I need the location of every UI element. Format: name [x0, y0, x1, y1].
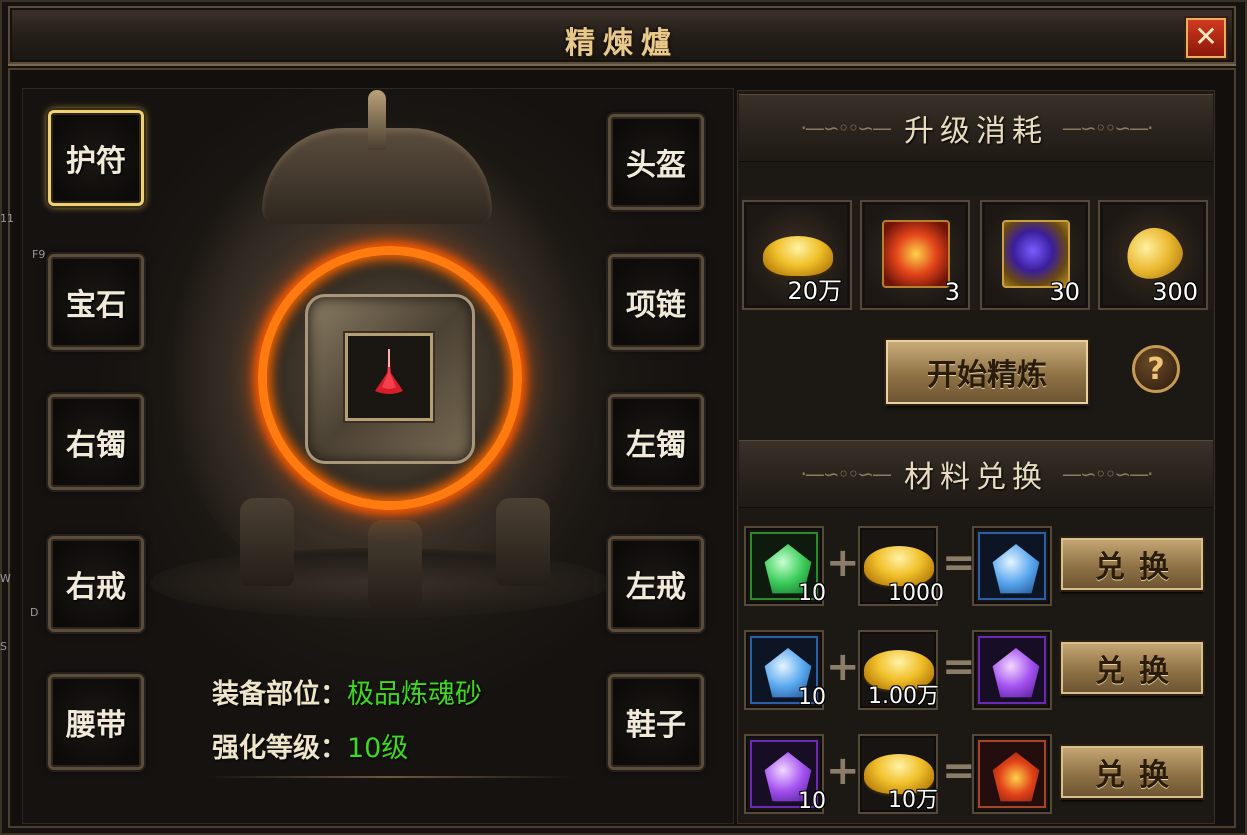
- flourish-left-icon: ·—∽◦◦∽—: [800, 116, 892, 140]
- cost-qty: 3: [944, 278, 960, 306]
- blue-gem-icon: [992, 544, 1040, 594]
- slot-label: 项链: [626, 288, 686, 323]
- slot-frame: [978, 532, 1046, 600]
- side-tag: F9: [32, 248, 46, 261]
- exchange-button[interactable]: 兑换: [1061, 642, 1203, 694]
- side-tag: W: [0, 572, 11, 585]
- cost-qty: 300: [1152, 278, 1198, 306]
- cost-item[interactable]: 3: [860, 200, 970, 310]
- gold-qty: 1000: [888, 581, 944, 606]
- slot-necklace[interactable]: 项链: [608, 254, 704, 350]
- exchange-output-slot[interactable]: [972, 734, 1052, 814]
- upgrade-cost-header: ·—∽◦◦∽— 升级消耗 —∽◦◦∽—·: [739, 94, 1213, 162]
- slot-shoes[interactable]: 鞋子: [608, 674, 704, 770]
- red-crystal-icon: [992, 752, 1040, 802]
- plus-icon: +: [826, 540, 860, 586]
- slot-left-ring[interactable]: 左戒: [608, 536, 704, 632]
- slot-belt[interactable]: 腰带: [48, 674, 144, 770]
- slot-label: 左镯: [626, 428, 686, 463]
- purple-gem-icon: [992, 648, 1040, 698]
- furnace-leg: [240, 498, 294, 586]
- enhance-level-line: 强化等级：10级: [212, 726, 408, 765]
- help-button[interactable]: ?: [1132, 345, 1180, 393]
- flourish-left-icon: ·—∽◦◦∽—: [800, 462, 892, 486]
- plus-icon: +: [826, 748, 860, 794]
- divider: [205, 776, 575, 778]
- gold-qty: 10万: [888, 788, 938, 813]
- equals-icon: =: [942, 748, 976, 794]
- exchange-header: ·—∽◦◦∽— 材料兑换 —∽◦◦∽—·: [739, 440, 1213, 508]
- upgrade-cost-title: 升级消耗: [904, 114, 1048, 149]
- exchange-input-slot[interactable]: 10: [744, 630, 826, 710]
- cost-item[interactable]: 30: [980, 200, 1090, 310]
- slot-label: 左戒: [626, 570, 686, 605]
- exchange-gold-slot: 1.00万: [858, 630, 939, 710]
- slot-right-ring[interactable]: 右戒: [48, 536, 144, 632]
- red-sand-icon: [375, 349, 403, 394]
- slot-helmet[interactable]: 头盔: [608, 114, 704, 210]
- input-qty: 10: [798, 685, 826, 710]
- exchange-output-slot[interactable]: [972, 526, 1052, 606]
- plus-icon: +: [826, 644, 860, 690]
- exchange-output-slot[interactable]: [972, 630, 1052, 710]
- exchange-gold-slot: 10万: [858, 734, 938, 814]
- slot-label: 右镯: [66, 428, 126, 463]
- gold-ingot-icon: [864, 546, 934, 586]
- gold-ingot-shape: [763, 236, 833, 276]
- slot-right-bracelet[interactable]: 右镯: [48, 394, 144, 490]
- slot-label: 右戒: [66, 570, 126, 605]
- furnace-spike: [368, 90, 386, 150]
- exchange-title: 材料兑换: [904, 460, 1048, 495]
- exchange-input-slot[interactable]: 10: [744, 526, 826, 606]
- slot-label: 腰带: [66, 708, 126, 743]
- equipment-part-line: 装备部位：极品炼魂砂: [212, 672, 482, 711]
- slot-amulet[interactable]: 护符: [48, 110, 144, 206]
- leaf-shape: [1119, 219, 1189, 287]
- slot-frame: [978, 636, 1046, 704]
- furnace-leg: [368, 520, 422, 608]
- equals-icon: =: [942, 540, 976, 586]
- equals-icon: =: [942, 644, 976, 690]
- flourish-right-icon: —∽◦◦∽—·: [1062, 116, 1153, 140]
- cost-item[interactable]: 20万: [742, 200, 852, 310]
- start-refine-button[interactable]: 开始精炼: [886, 340, 1088, 404]
- slot-frame: [978, 740, 1046, 808]
- cost-item[interactable]: 300: [1098, 200, 1208, 310]
- slot-label: 宝石: [66, 288, 126, 323]
- flourish-right-icon: —∽◦◦∽—·: [1062, 462, 1153, 486]
- exchange-input-slot[interactable]: 10: [744, 734, 826, 814]
- slot-label: 鞋子: [626, 708, 686, 743]
- gold-qty: 1.00万: [868, 684, 939, 709]
- slot-label: 头盔: [626, 148, 686, 183]
- level-label: 强化等级：: [212, 733, 347, 764]
- exchange-button[interactable]: 兑换: [1061, 746, 1203, 798]
- part-label: 装备部位：: [212, 679, 347, 710]
- side-tag: 11: [0, 212, 14, 225]
- side-tag: D: [30, 606, 39, 619]
- red-crystal-icon: [882, 220, 950, 288]
- exchange-button[interactable]: 兑换: [1061, 538, 1203, 590]
- window-title: 精煉爐: [565, 26, 679, 61]
- level-value: 10级: [347, 733, 409, 764]
- slot-label: 护符: [66, 144, 126, 179]
- input-qty: 10: [798, 789, 826, 814]
- close-button[interactable]: ✕: [1186, 18, 1226, 58]
- exchange-gold-slot: 1000: [858, 526, 944, 606]
- input-qty: 10: [798, 581, 826, 606]
- slot-left-bracelet[interactable]: 左镯: [608, 394, 704, 490]
- slot-gem[interactable]: 宝石: [48, 254, 144, 350]
- title-bar: 精煉爐 ✕: [8, 6, 1236, 64]
- cost-qty: 20万: [787, 277, 842, 305]
- refine-item-slot[interactable]: [345, 333, 433, 421]
- side-tag: S: [0, 640, 7, 653]
- furnace-leg: [496, 498, 550, 586]
- cost-qty: 30: [1049, 278, 1080, 306]
- part-value: 极品炼魂砂: [347, 679, 482, 710]
